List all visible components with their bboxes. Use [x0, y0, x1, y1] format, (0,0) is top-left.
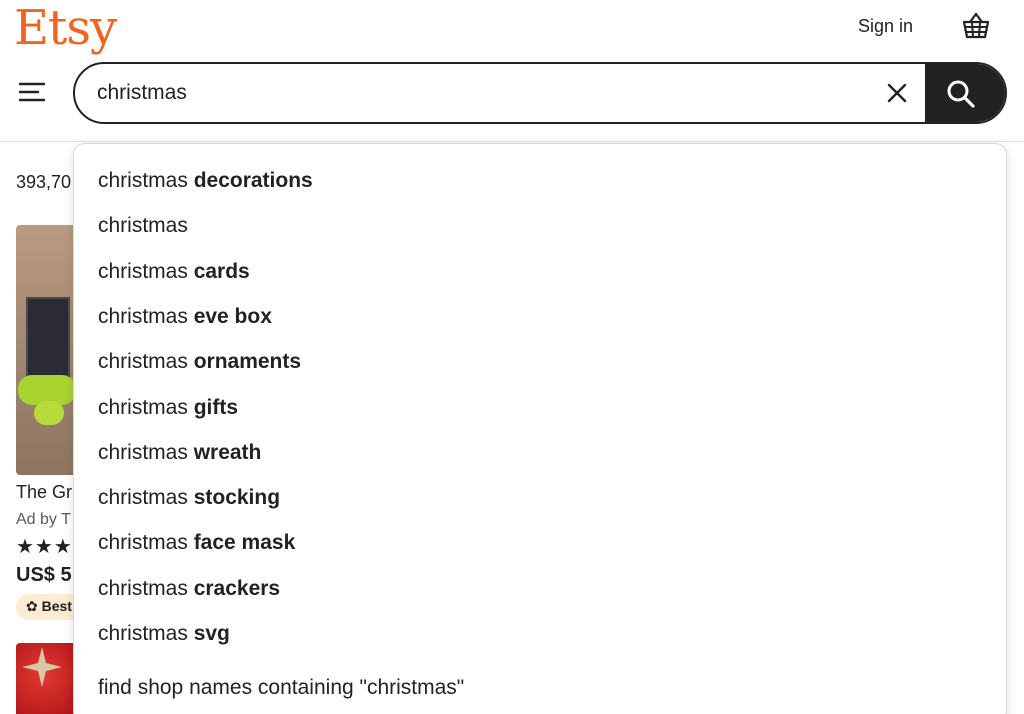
suggestion-completion-text: ornaments — [193, 350, 302, 373]
etsy-logo[interactable]: Etsy — [14, 0, 117, 56]
suggestion-completion-text: svg — [193, 622, 230, 645]
suggestion-item[interactable]: christmas stocking — [74, 476, 1006, 520]
suggestion-query-text: christmas — [98, 305, 194, 328]
hamburger-menu-icon[interactable] — [16, 76, 48, 108]
suggestion-query-text: christmas — [98, 486, 194, 509]
suggestion-query-text: christmas — [98, 531, 194, 554]
suggestion-completion-text: face mask — [193, 531, 296, 554]
page: Etsy Sign in christmas 393,70 The Gr Ad … — [0, 0, 1024, 714]
search-suggestions-dropdown: christmas decorations christmas christmas … — [73, 143, 1007, 714]
suggestion-completion-text: decorations — [193, 169, 313, 192]
suggestion-completion-text: eve box — [193, 305, 272, 328]
search-bar — [73, 62, 1007, 124]
suggestion-completion-text: cards — [193, 260, 250, 283]
product-ad-label: Ad by T — [16, 511, 71, 528]
search-button[interactable] — [925, 64, 1005, 122]
suggestion-query-text: christmas — [98, 396, 194, 419]
badge-icon: ✿ — [26, 598, 42, 614]
suggestion-item[interactable]: christmas wreath — [74, 431, 1006, 475]
sign-in-link[interactable]: Sign in — [858, 14, 913, 38]
suggestion-query-text: christmas — [98, 622, 194, 645]
search-icon — [947, 80, 975, 108]
suggestion-item[interactable]: christmas svg — [74, 612, 1006, 656]
shopping-basket-icon[interactable] — [960, 10, 992, 42]
close-icon[interactable] — [881, 77, 913, 109]
suggestion-query-text: christmas — [98, 214, 188, 237]
suggestion-query-text: christmas — [98, 260, 194, 283]
suggestion-completion-text: crackers — [193, 577, 281, 600]
suggestion-item[interactable]: christmas cards — [74, 250, 1006, 294]
suggestion-completion-text: stocking — [193, 486, 281, 509]
suggestion-item[interactable]: christmas decorations — [74, 159, 1006, 203]
suggestion-completion-text: wreath — [193, 441, 262, 464]
suggestion-item[interactable]: christmas crackers — [74, 567, 1006, 611]
suggestion-query-text: christmas — [98, 577, 194, 600]
suggestion-item[interactable]: christmas gifts — [74, 386, 1006, 430]
suggestion-item[interactable]: christmas face mask — [74, 521, 1006, 565]
results-count: 393,70 — [16, 172, 72, 192]
header-divider — [0, 141, 1024, 142]
suggestion-item[interactable]: christmas eve box — [74, 295, 1006, 339]
product-price: US$ 5 — [16, 564, 72, 586]
suggestion-query-text: christmas — [98, 441, 194, 464]
suggestion-query-text: christmas — [98, 350, 194, 373]
search-input[interactable] — [97, 64, 857, 122]
suggestion-completion-text: gifts — [193, 396, 239, 419]
find-shop-names-option[interactable]: find shop names containing "christmas" — [74, 666, 1006, 710]
suggestion-item[interactable]: christmas ornaments — [74, 340, 1006, 384]
badge-label: Best — [41, 598, 72, 614]
product-title[interactable]: The Gr — [16, 482, 72, 503]
suggestion-item[interactable]: christmas — [74, 204, 1006, 248]
suggestion-query-text: christmas — [98, 169, 194, 192]
product-rating-stars: ★★★ — [16, 536, 73, 558]
